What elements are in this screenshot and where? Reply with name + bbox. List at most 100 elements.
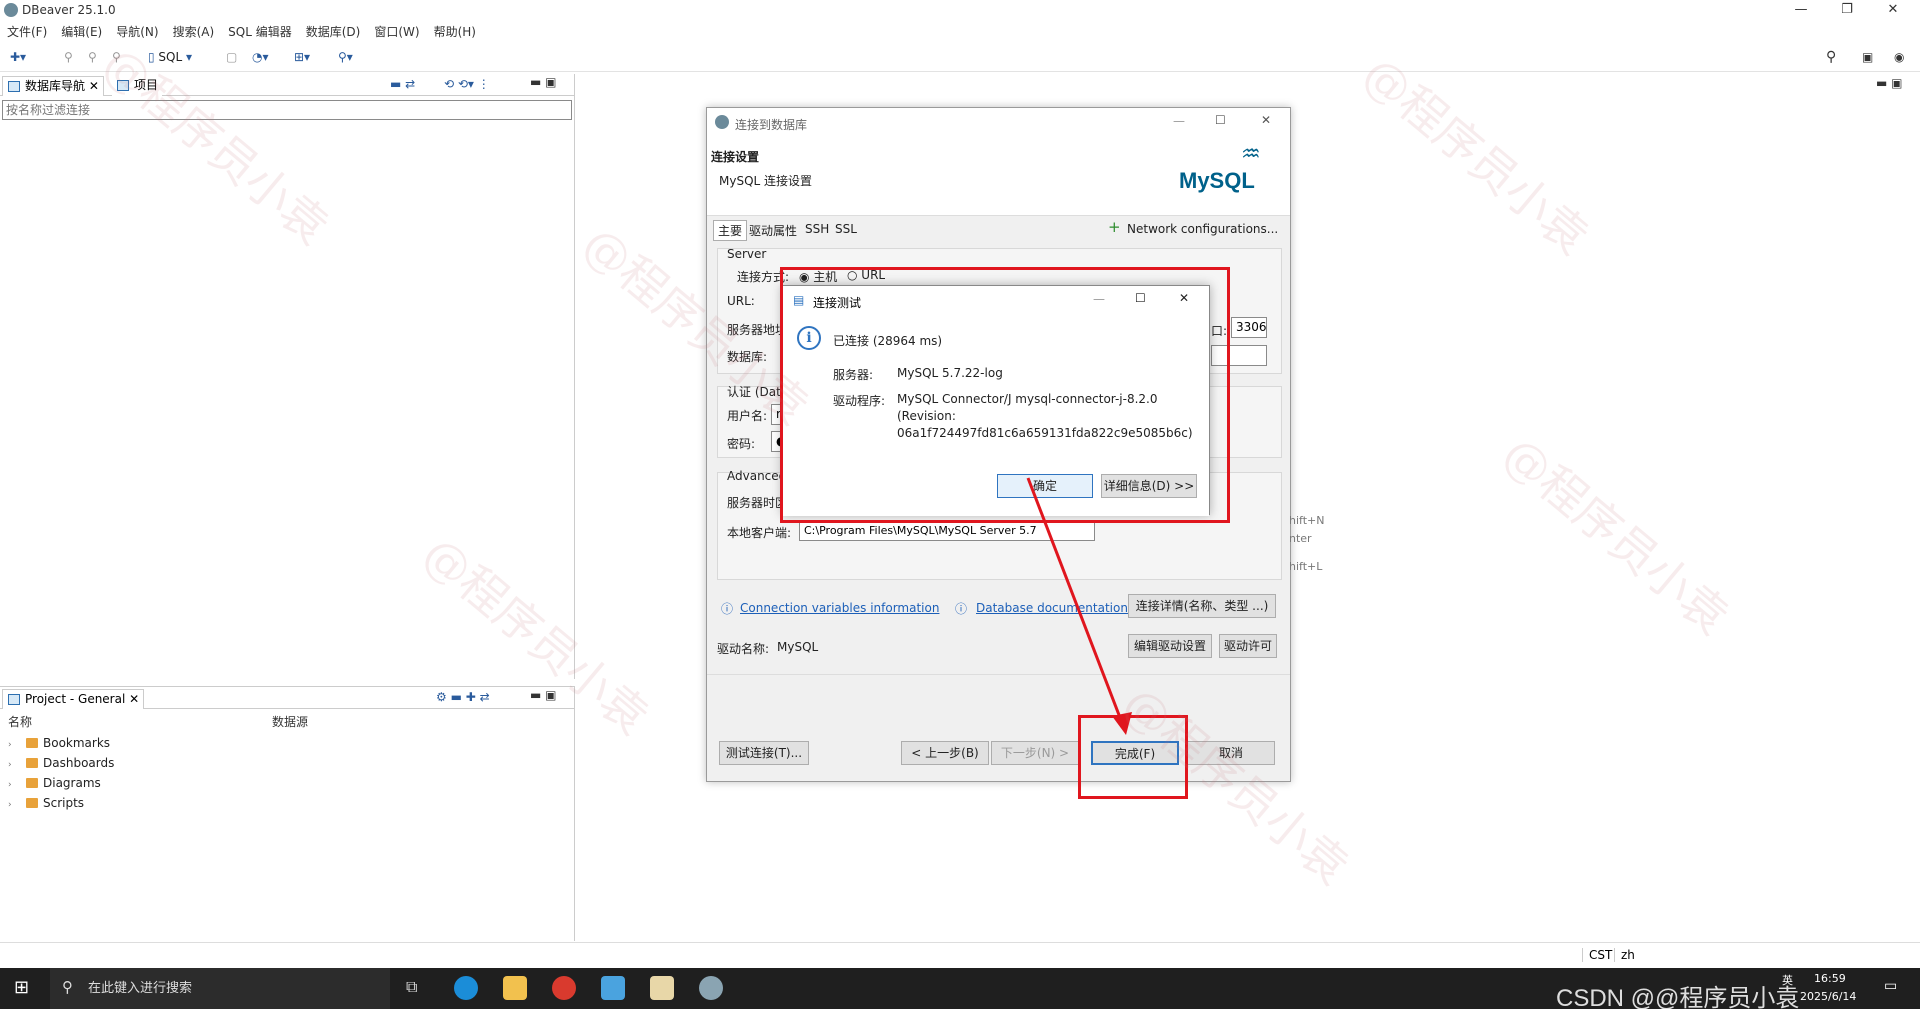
tree-item-dashboards[interactable]: › Dashboards — [8, 753, 114, 775]
tree-item-bookmarks[interactable]: › Bookmarks — [8, 733, 110, 755]
notification-icon[interactable]: ▭ — [1884, 978, 1897, 994]
local-client-select[interactable]: C:\Program Files\MySQL\MySQL Server 5.7 — [799, 520, 1095, 541]
project-tools-icon[interactable]: ⚙ ▬ ✚ ⇄ — [436, 690, 490, 704]
menu-search[interactable]: 搜索(A) — [166, 22, 222, 42]
close-icon[interactable]: ✕ — [129, 692, 139, 706]
minimize-panel-icon[interactable]: ▬ ▣ — [530, 75, 557, 89]
dialog-divider — [707, 674, 1290, 675]
tab-main[interactable]: 主要 — [713, 220, 748, 241]
dialog-title: 连接到数据库 — [735, 118, 808, 132]
search-icon[interactable]: ⚲ — [1826, 48, 1836, 66]
chrome-icon[interactable] — [552, 976, 576, 1000]
edit-driver-settings-button[interactable]: 编辑驱动设置 — [1128, 634, 1212, 658]
windows-taskbar: ⊞ 在此键入进行搜索 ⚲ ⧉ CSDN @@程序员小袁 英 16:59 2025… — [0, 968, 1920, 1012]
disconnect-icon[interactable]: ⚲ — [88, 48, 97, 66]
database-documentation-link[interactable]: Database documentation — [976, 601, 1128, 615]
expand-icon[interactable]: › — [8, 755, 16, 775]
close-icon[interactable]: ✕ — [89, 79, 99, 93]
expand-icon[interactable]: › — [8, 795, 16, 815]
invalidate-icon[interactable]: ⚲ — [112, 48, 121, 66]
locale-status: zh — [1614, 948, 1635, 962]
minimize-button[interactable]: — — [1778, 0, 1824, 22]
tab-db-label: 数据库导航 — [25, 79, 86, 93]
maximize-button[interactable]: ❐ — [1824, 0, 1870, 22]
tab-driver-properties[interactable]: 驱动属性 — [747, 221, 799, 240]
menu-window[interactable]: 窗口(W) — [367, 22, 426, 42]
info-icon: ⓘ — [955, 602, 968, 616]
link-editor-icon[interactable]: ⟲ ⟲▾ ⋮ — [444, 77, 490, 91]
taskbar-date[interactable]: 2025/6/14 — [1800, 990, 1856, 1003]
app-icon[interactable] — [601, 976, 625, 1000]
shortcut-hint: hift+N — [1289, 514, 1325, 527]
schema-icon[interactable]: ⊞▾ — [294, 48, 310, 66]
menu-sql-editor[interactable]: SQL 编辑器 — [221, 22, 299, 42]
minimize-editor-icon[interactable]: ▬ ▣ — [1876, 76, 1903, 90]
menu-database[interactable]: 数据库(D) — [299, 22, 368, 42]
perspective-icon[interactable]: ▣ — [1862, 48, 1873, 66]
maximize-icon[interactable]: ☐ — [1215, 113, 1226, 127]
network-config-link[interactable]: Network configurations... — [1127, 222, 1278, 236]
dbeaver-taskbar-icon[interactable] — [699, 976, 723, 1000]
collapse-icon[interactable]: ▬ ⇄ — [390, 77, 415, 91]
status-bar: CST zh — [0, 942, 1920, 968]
tree-item-diagrams[interactable]: › Diagrams — [8, 773, 101, 795]
task-view-icon[interactable]: ⧉ — [406, 977, 417, 997]
column-name-header[interactable]: 名称 — [8, 713, 32, 730]
taskbar-ime[interactable]: 英 — [1782, 972, 1793, 988]
new-connection-icon[interactable]: ✚▾ — [10, 48, 26, 66]
menu-edit[interactable]: 编辑(E) — [54, 22, 109, 42]
folder-icon — [26, 778, 38, 788]
test-connection-button[interactable]: 测试连接(T)... — [719, 741, 809, 765]
expand-icon[interactable]: › — [8, 735, 16, 755]
transaction-icon[interactable]: ◔▾ — [252, 48, 269, 66]
connection-details-button[interactable]: 连接详情(名称、类型 ...) — [1128, 594, 1276, 618]
commit-mode-icon[interactable]: ▢ — [226, 48, 237, 66]
navigator-tab-bar: 数据库导航 ✕ 项目 ▬ ⇄ ⟲ ⟲▾ ⋮ ▬ ▣ — [0, 74, 574, 96]
taskbar-time[interactable]: 16:59 — [1814, 972, 1846, 985]
windows-start-icon[interactable]: ⊞ — [14, 977, 29, 998]
connection-variables-link[interactable]: Connection variables information — [740, 601, 939, 615]
tab-projects[interactable]: 项目 — [112, 76, 163, 96]
connect-icon[interactable]: ⚲ — [64, 48, 73, 66]
dialog-title-bar: 连接到数据库 — ☐ ✕ — [707, 108, 1290, 138]
close-icon[interactable]: ✕ — [1261, 113, 1271, 127]
host-label: 服务器地址 — [727, 323, 788, 337]
dbeaver-perspective-icon[interactable]: ◉ — [1894, 48, 1904, 66]
menu-file[interactable]: 文件(F) — [0, 22, 54, 42]
search-icon: ⚲ — [62, 978, 73, 996]
tab-ssl[interactable]: SSL — [833, 221, 859, 237]
taskbar-search-text: 在此键入进行搜索 — [88, 981, 193, 996]
cancel-button[interactable]: 取消 — [1187, 741, 1275, 765]
tab-database-navigator[interactable]: 数据库导航 ✕ — [2, 76, 104, 96]
minimize-panel-icon[interactable]: ▬ ▣ — [530, 688, 557, 702]
window-title: DBeaver 25.1.0 — [22, 3, 116, 17]
menu-navigate[interactable]: 导航(N) — [109, 22, 165, 42]
port-input[interactable]: 3306 — [1231, 317, 1267, 338]
url-label: URL: — [727, 294, 755, 308]
header-title: 连接设置 — [711, 150, 760, 164]
next-button[interactable]: 下一步(N) > — [991, 741, 1079, 765]
sql-editor-button[interactable]: ▯ SQL ▾ — [148, 48, 192, 66]
file-explorer-icon[interactable] — [503, 976, 527, 1000]
search-toolbar-icon[interactable]: ⚲▾ — [338, 48, 353, 66]
minimize-icon[interactable]: — — [1173, 114, 1185, 128]
project-icon — [117, 80, 129, 91]
tab-ssh[interactable]: SSH — [803, 221, 831, 237]
edge-icon[interactable] — [454, 976, 478, 1000]
menu-help[interactable]: 帮助(H) — [427, 22, 483, 42]
connection-filter-input[interactable] — [2, 100, 572, 120]
close-button[interactable]: ✕ — [1870, 0, 1916, 22]
driver-license-button[interactable]: 驱动许可 — [1219, 634, 1277, 658]
column-datasource-header[interactable]: 数据源 — [272, 713, 308, 730]
tree-item-scripts[interactable]: › Scripts — [8, 793, 84, 815]
tab-project-general[interactable]: Project - General ✕ — [2, 689, 145, 709]
taskbar-search-box[interactable]: 在此键入进行搜索 — [50, 968, 390, 1009]
sql-label: SQL — [158, 50, 183, 64]
expand-icon[interactable]: › — [8, 775, 16, 795]
notes-icon[interactable] — [650, 976, 674, 1000]
advanced-group-label: Advanced — [727, 469, 787, 483]
title-bar: DBeaver 25.1.0 — ❐ ✕ — [0, 0, 1920, 22]
previous-button[interactable]: < 上一步(B) — [901, 741, 989, 765]
dbeaver-app-icon — [4, 3, 18, 17]
timezone-status: CST — [1582, 948, 1612, 962]
